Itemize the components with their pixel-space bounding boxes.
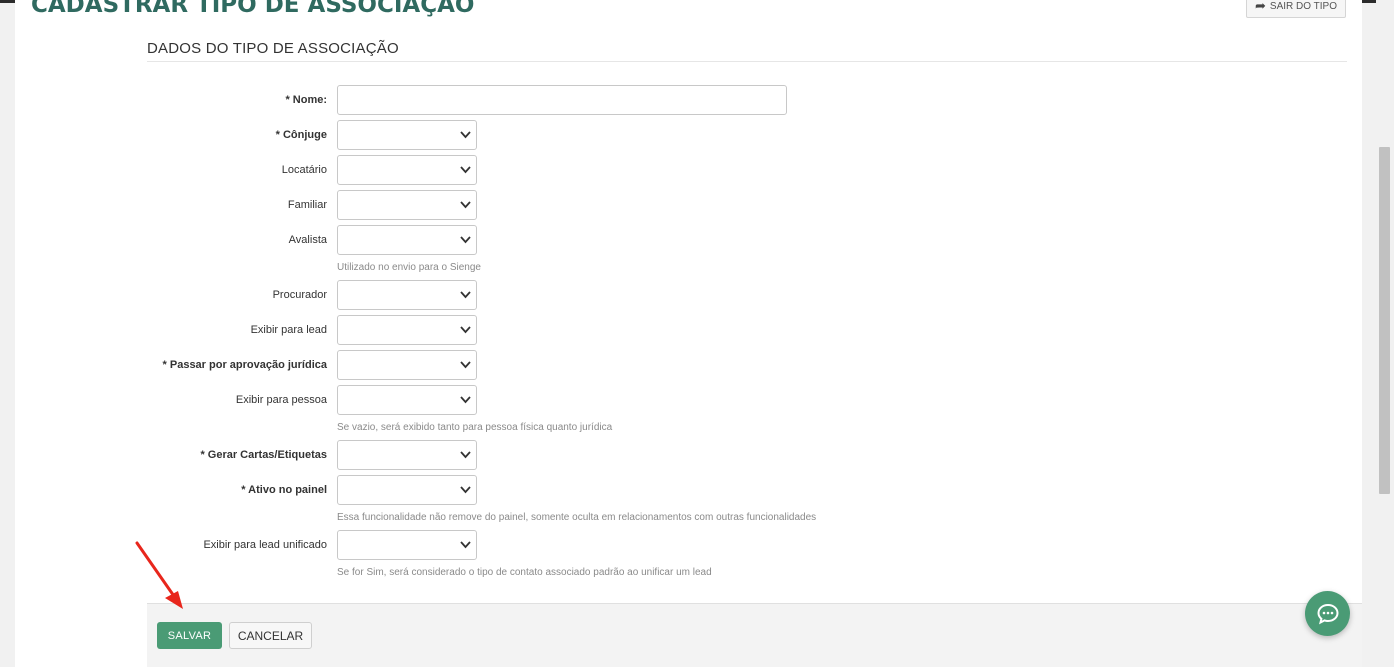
field-label-procurador: Procurador [272,289,327,301]
exibir-pessoa-select[interactable] [337,385,477,415]
chat-button[interactable] [1305,591,1350,636]
gerar-cartas-select[interactable] [337,440,477,470]
field-label-avalista: Avalista [288,234,327,246]
avalista-select[interactable] [337,225,477,255]
nome-input[interactable] [337,85,787,115]
field-label-exibir-lead: Exibir para lead [250,324,327,336]
section-divider [147,61,1347,62]
exit-type-label: SAIR DO TIPO [1269,0,1337,12]
main-panel: CADASTRAR TIPO DE ASSOCIAÇÃO ➦ SAIR DO T… [15,0,1362,667]
chat-bubble-icon [1316,603,1339,624]
scrollbar-thumb[interactable] [1379,147,1390,494]
section-title: DADOS DO TIPO DE ASSOCIAÇÃO [147,40,399,57]
chevron-down-icon [460,451,471,459]
lead-unificado-select[interactable] [337,530,477,560]
field-label-aprovacao-juridica: * Passar por aprovação jurídica [162,359,327,371]
red-arrow-icon [135,541,183,609]
chevron-down-icon [460,361,471,369]
form-actions-bar: SALVAR CANCELAR [147,603,1362,667]
chevron-down-icon [460,236,471,244]
chevron-down-icon [460,166,471,174]
exit-type-button[interactable]: ➦ SAIR DO TIPO [1246,0,1346,18]
chevron-down-icon [460,291,471,299]
chevron-down-icon [460,326,471,334]
save-button[interactable]: SALVAR [157,622,222,649]
chevron-down-icon [460,541,471,549]
cancel-button[interactable]: CANCELAR [229,622,312,649]
chevron-down-icon [460,396,471,404]
field-label-locatario: Locatário [281,164,327,176]
chevron-down-icon [460,486,471,494]
locatario-select[interactable] [337,155,477,185]
exibir-pessoa-help-text: Se vazio, será exibido tanto para pessoa… [337,422,613,433]
chevron-down-icon [460,131,471,139]
familiar-select[interactable] [337,190,477,220]
lead-unificado-help-text: Se for Sim, será considerado o tipo de c… [337,567,712,578]
procurador-select[interactable] [337,280,477,310]
share-arrow-icon: ➦ [1255,0,1266,13]
aprovacao-juridica-select[interactable] [337,350,477,380]
ativo-painel-select[interactable] [337,475,477,505]
page-title: CADASTRAR TIPO DE ASSOCIAÇÃO [31,0,475,18]
exibir-lead-select[interactable] [337,315,477,345]
avalista-help-text: Utilizado no envio para o Sienge [337,262,481,273]
field-label-lead-unificado: Exibir para lead unificado [203,539,327,551]
conjuge-select[interactable] [337,120,477,150]
field-label-gerar-cartas: * Gerar Cartas/Etiquetas [200,449,327,461]
field-label-ativo-painel: * Ativo no painel [241,484,327,496]
field-label-conjuge: * Cônjuge [275,129,327,141]
field-label-nome: * Nome: [285,94,327,106]
chevron-down-icon [460,201,471,209]
field-label-exibir-pessoa: Exibir para pessoa [235,394,327,406]
ativo-painel-help-text: Essa funcionalidade não remove do painel… [337,512,817,523]
field-label-familiar: Familiar [287,199,327,211]
